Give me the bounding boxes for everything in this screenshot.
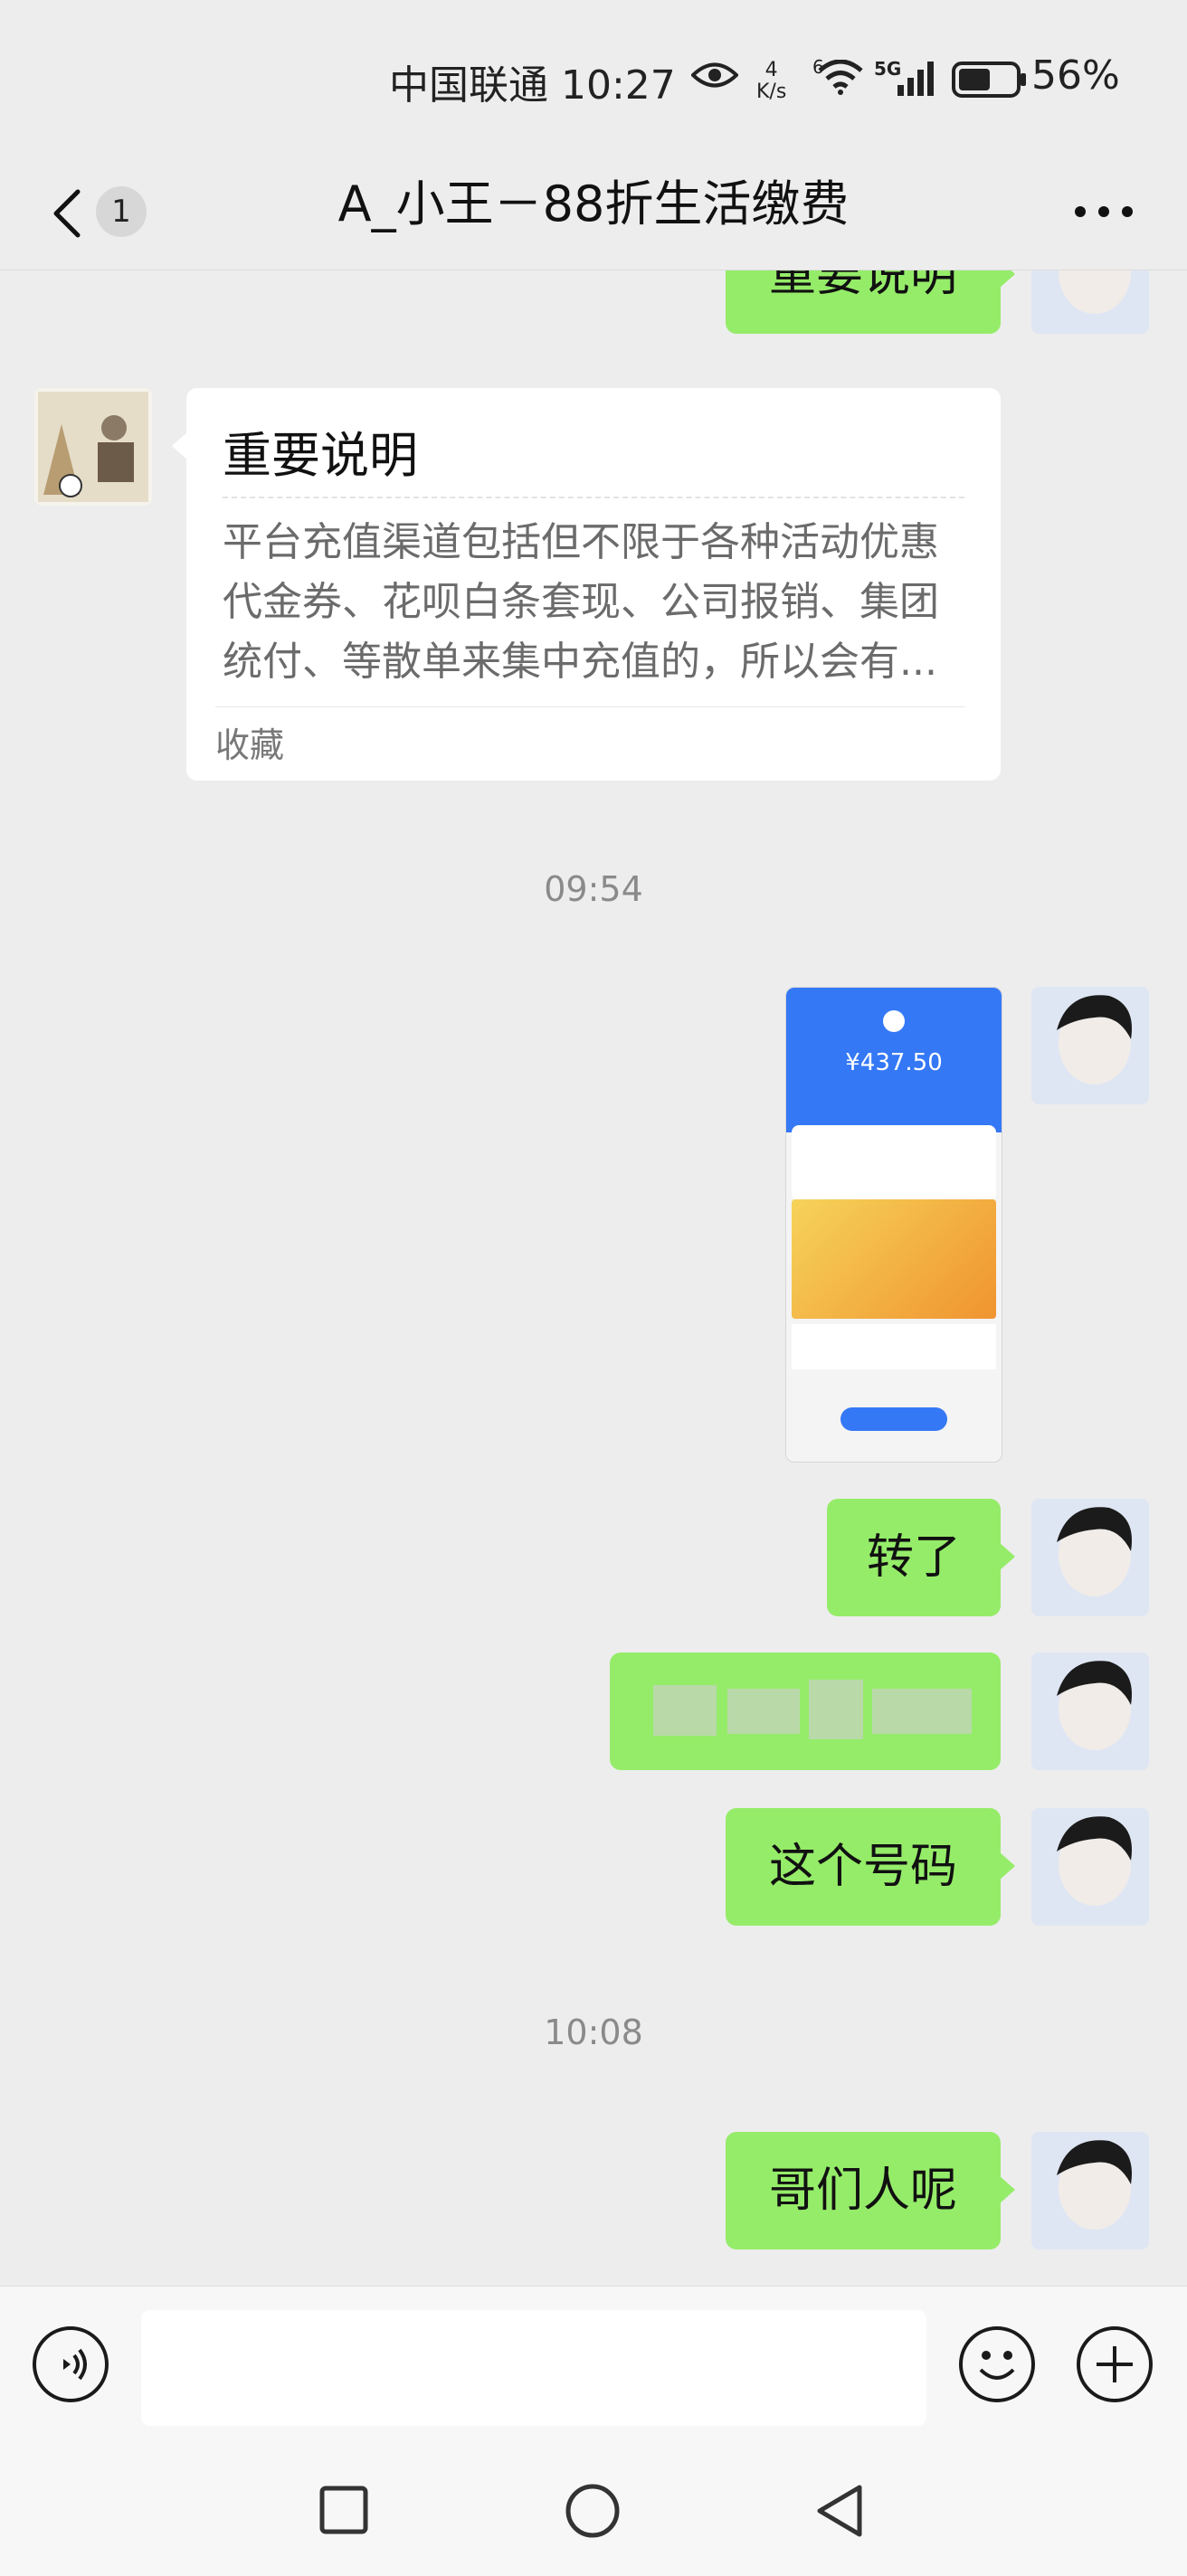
wifi-icon bbox=[818, 60, 863, 95]
avatar-image bbox=[1031, 1808, 1149, 1926]
card-title: 重要说明 bbox=[223, 427, 418, 484]
battery-icon bbox=[952, 62, 1026, 98]
screenshot-promo-banner bbox=[792, 1199, 996, 1319]
carrier-time: 中国联通 10:27 bbox=[389, 62, 676, 109]
my-avatar[interactable] bbox=[1031, 1653, 1149, 1770]
home-circle-icon[interactable] bbox=[565, 2483, 621, 2539]
more-icon[interactable] bbox=[1068, 175, 1140, 248]
avatar-image bbox=[1031, 2132, 1149, 2249]
voice-icon bbox=[63, 2348, 87, 2381]
avatar-image bbox=[1031, 270, 1149, 334]
contact-avatar-image bbox=[34, 388, 152, 506]
card-source-label: 收藏 bbox=[215, 725, 285, 765]
contact-avatar[interactable] bbox=[34, 388, 152, 506]
system-nav-bar bbox=[0, 2439, 1187, 2576]
blur-block bbox=[809, 1680, 863, 1739]
screenshot-row bbox=[792, 1324, 996, 1369]
outgoing-message[interactable]: 这个号码 bbox=[726, 1808, 1015, 1926]
emoji-icon bbox=[979, 2351, 1015, 2380]
timestamp: 10:08 bbox=[544, 2012, 643, 2052]
message-text: 重要说明 bbox=[768, 270, 957, 302]
screenshot-button bbox=[840, 1407, 947, 1431]
blur-block bbox=[727, 1689, 800, 1734]
chat-area[interactable]: 重要说明 重要说明 平台充值渠道包括但不限于各种活动优惠代金券、花呗白条套现、公… bbox=[0, 270, 1187, 2286]
back-triangle-icon[interactable] bbox=[814, 2483, 865, 2539]
status-bar: 中国联通 10:27 4 K/s 6 5G 56% bbox=[0, 0, 1187, 154]
net-speed-value: 4 bbox=[764, 59, 778, 81]
voice-button[interactable] bbox=[33, 2326, 109, 2402]
timestamp: 09:54 bbox=[544, 869, 643, 909]
success-icon bbox=[883, 1010, 905, 1032]
emoji-button[interactable] bbox=[959, 2326, 1035, 2402]
outgoing-message[interactable]: 转了 bbox=[827, 1499, 1015, 1616]
recents-square-icon[interactable] bbox=[318, 2485, 369, 2535]
blur-block bbox=[872, 1689, 972, 1734]
input-bar bbox=[0, 2286, 1187, 2440]
avatar-image bbox=[1031, 1653, 1149, 1770]
my-avatar[interactable] bbox=[1031, 2132, 1149, 2249]
card-description: 平台充值渠道包括但不限于各种活动优惠代金券、花呗白条套现、公司报销、集团统付、等… bbox=[223, 519, 939, 685]
my-avatar[interactable] bbox=[1031, 270, 1149, 334]
outgoing-message[interactable]: 重要说明 bbox=[726, 270, 1015, 334]
more-functions-button[interactable] bbox=[1077, 2326, 1153, 2402]
blurred-message[interactable] bbox=[610, 1653, 1001, 1770]
message-text: 这个号码 bbox=[768, 1840, 957, 1894]
message-text: 转了 bbox=[866, 1530, 961, 1585]
chat-header: 1 A_小王－88折生活缴费 bbox=[0, 154, 1187, 270]
message-text: 哥们人呢 bbox=[768, 2164, 957, 2218]
blur-block bbox=[653, 1685, 717, 1736]
card-footer-divider bbox=[215, 706, 964, 707]
my-avatar[interactable] bbox=[1031, 1808, 1149, 1926]
screenshot-card bbox=[792, 1125, 996, 1201]
image-message[interactable]: ¥437.50 bbox=[785, 987, 1002, 1463]
screenshot-amount: ¥437.50 bbox=[845, 1049, 943, 1076]
avatar-image bbox=[1031, 1499, 1149, 1616]
card-divider bbox=[223, 497, 964, 498]
eye-icon bbox=[691, 62, 738, 88]
net-speed: 4 K/s bbox=[756, 60, 786, 103]
my-avatar[interactable] bbox=[1031, 987, 1149, 1104]
my-avatar[interactable] bbox=[1031, 1499, 1149, 1616]
signal-icon bbox=[897, 62, 934, 96]
message-input[interactable] bbox=[141, 2310, 926, 2426]
chat-title: A_小王－88折生活缴费 bbox=[337, 175, 850, 232]
outgoing-message[interactable]: 哥们人呢 bbox=[726, 2132, 1015, 2249]
net-speed-unit: K/s bbox=[756, 80, 787, 103]
plus-icon bbox=[1097, 2346, 1133, 2382]
avatar-image bbox=[1031, 987, 1149, 1104]
shared-note-card[interactable]: 重要说明 平台充值渠道包括但不限于各种活动优惠代金券、花呗白条套现、公司报销、集… bbox=[172, 388, 1001, 781]
battery-percent: 56% bbox=[1031, 52, 1120, 99]
